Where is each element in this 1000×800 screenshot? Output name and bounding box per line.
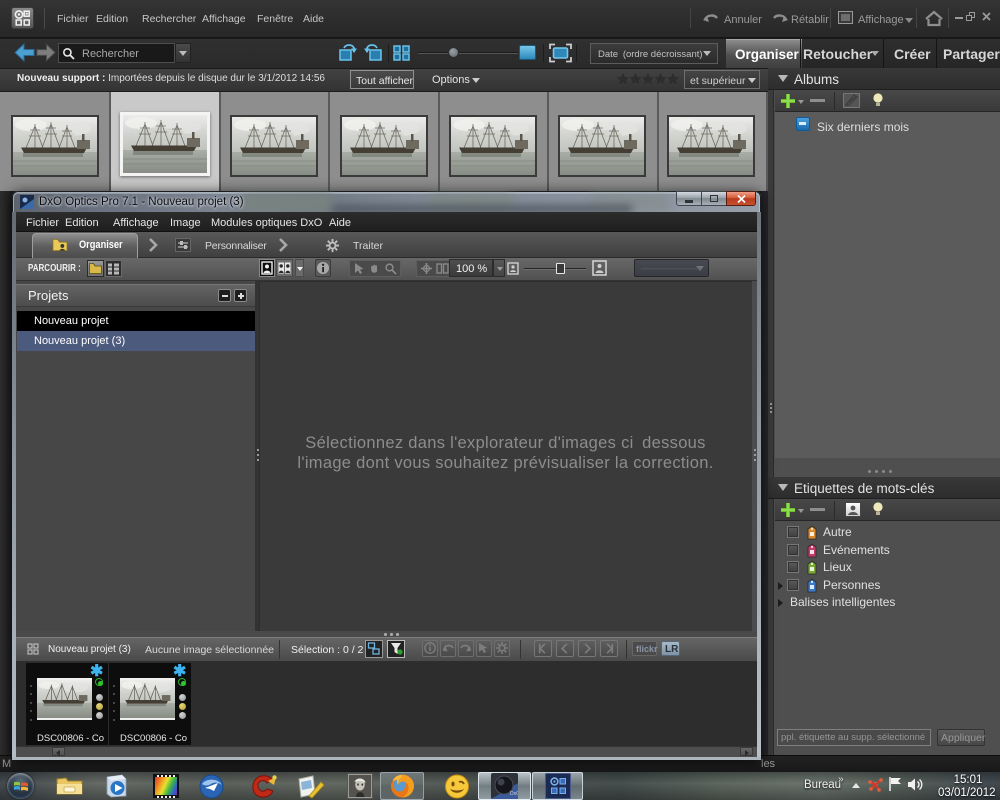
svg-text:DxO: DxO bbox=[510, 791, 518, 797]
